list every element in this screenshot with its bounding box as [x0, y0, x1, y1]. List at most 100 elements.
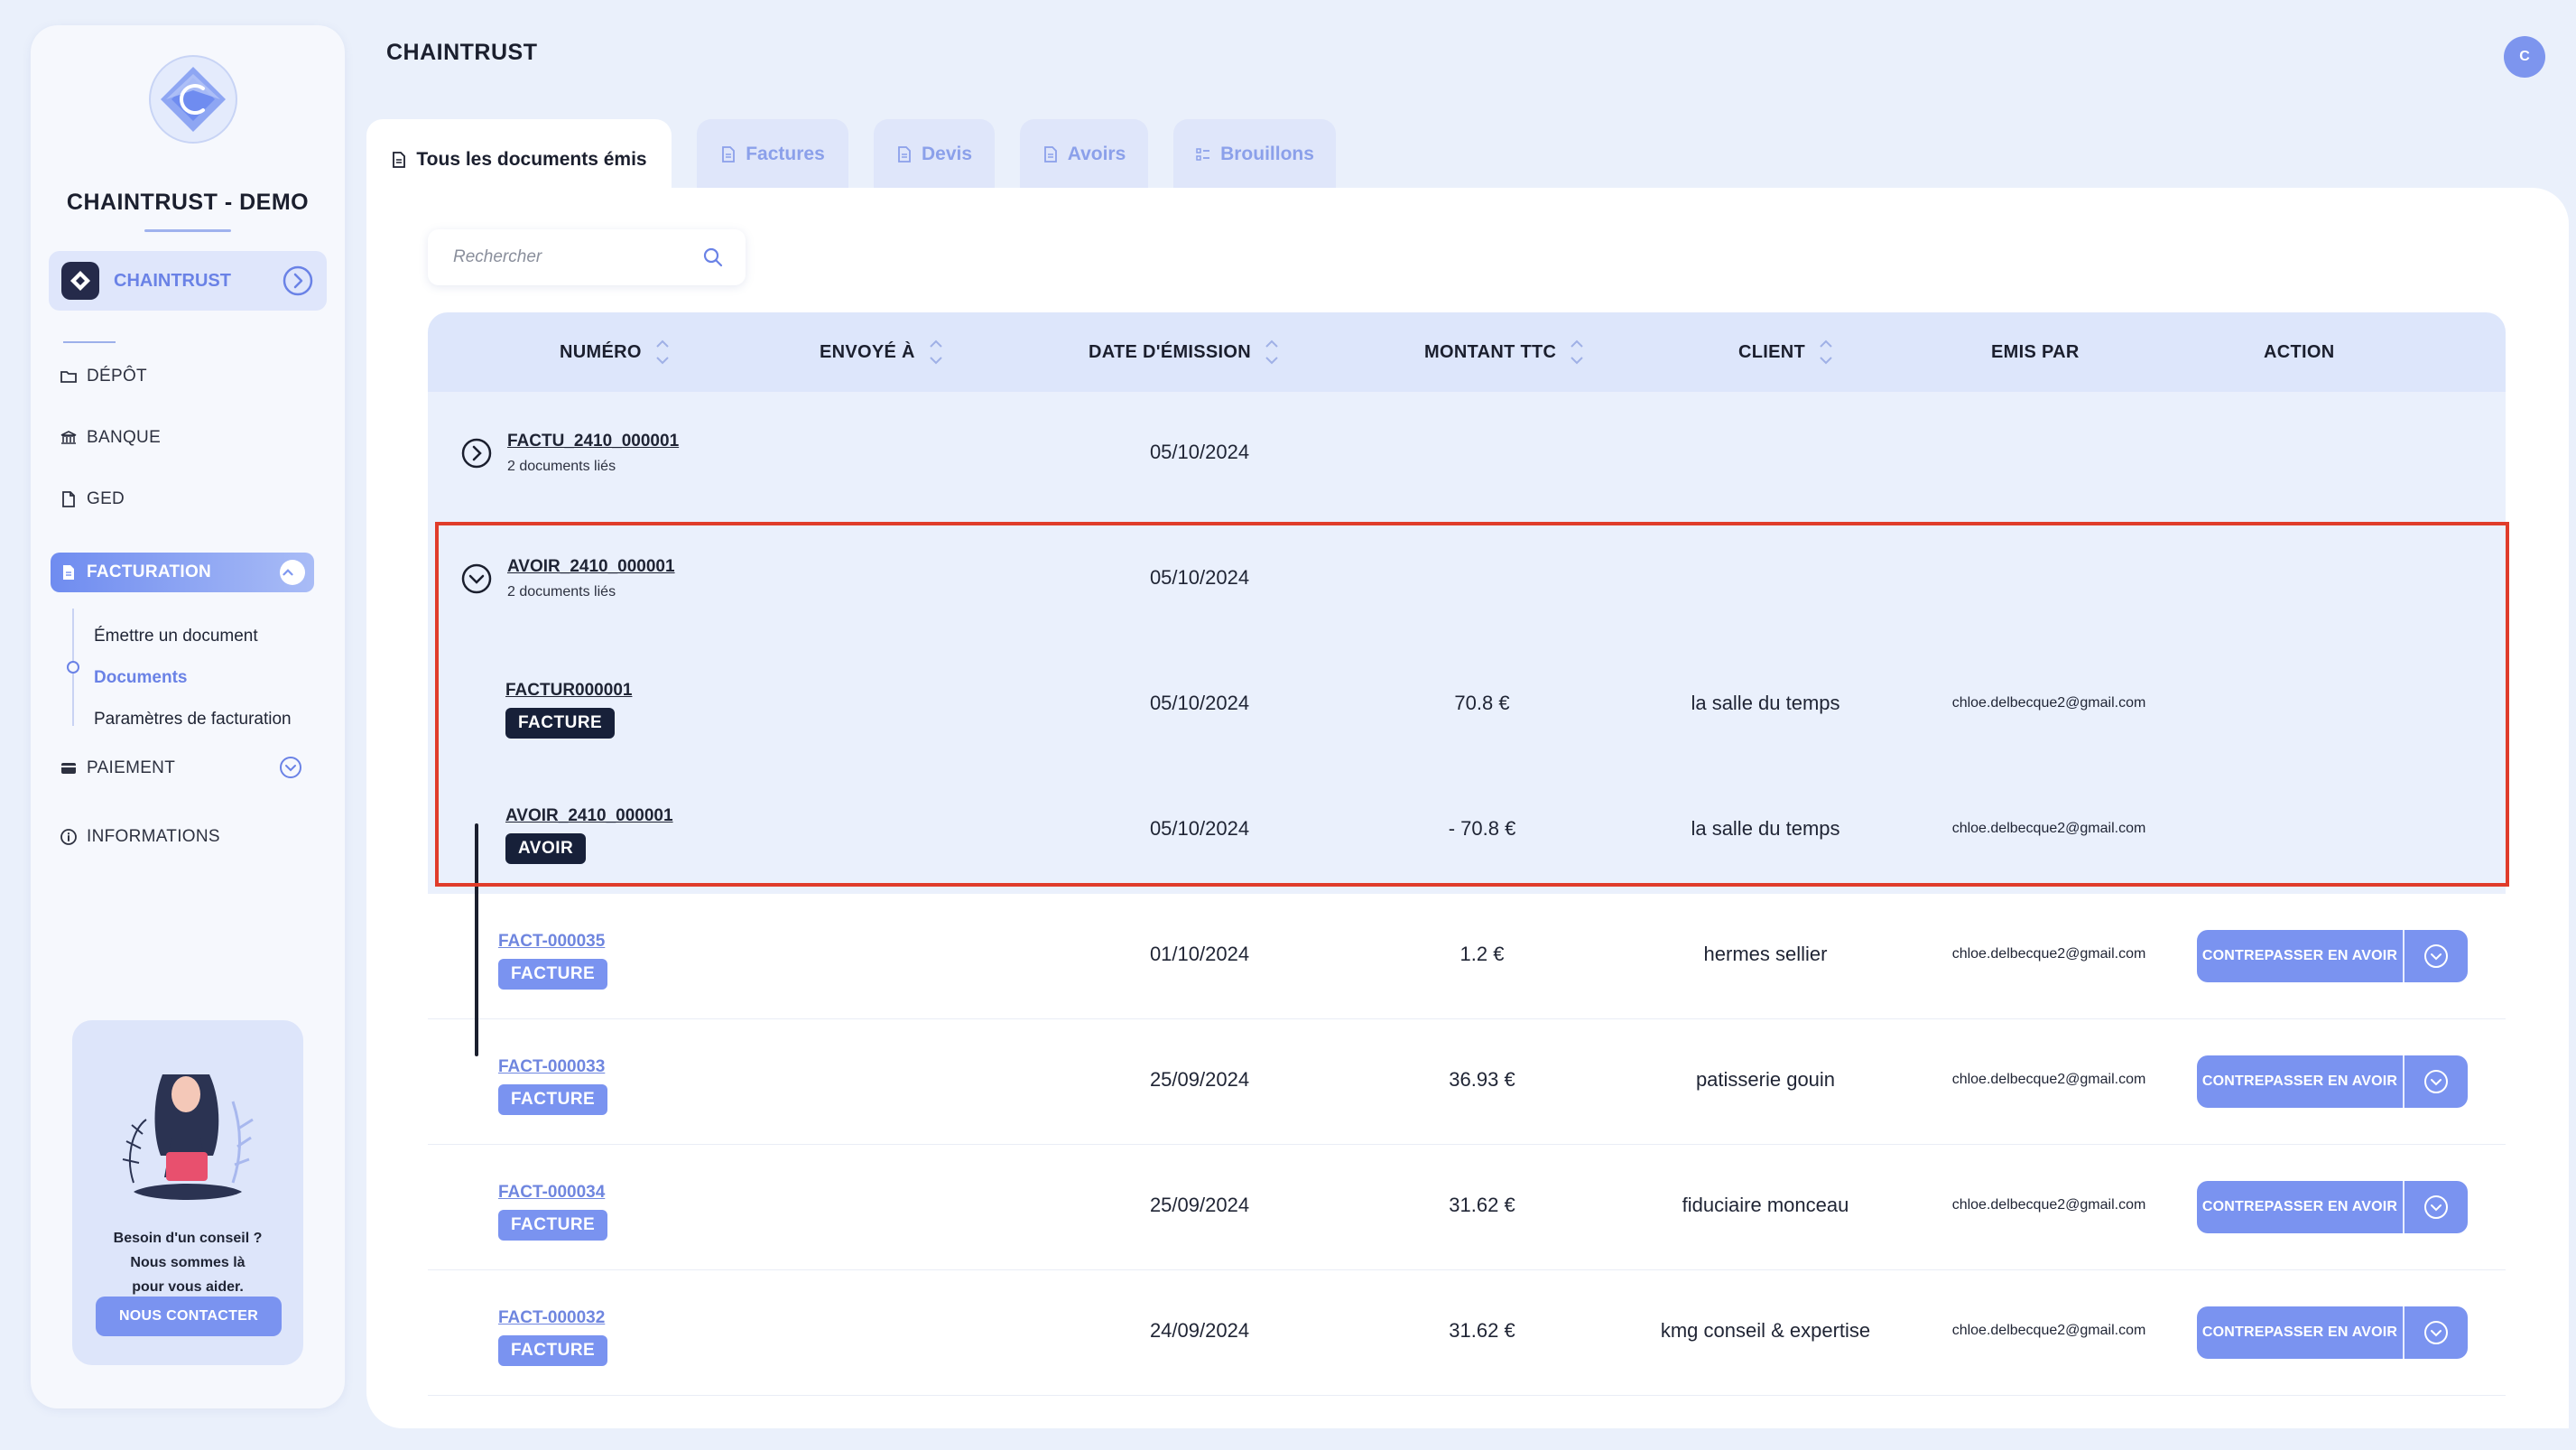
chevron-down-circle-icon[interactable]	[2405, 943, 2468, 970]
sidebar-item-informations[interactable]: INFORMATIONS	[60, 827, 220, 847]
chevron-down-circle-icon[interactable]	[278, 755, 303, 780]
chevron-down-circle-icon[interactable]	[2405, 1194, 2468, 1221]
help-card: Besoin d'un conseil ? Nous sommes là pou…	[72, 1020, 303, 1365]
table-row: FACT-000034 FACTURE 25/09/2024 31.62 € f…	[428, 1145, 2506, 1270]
chevron-down-circle-icon[interactable]	[2405, 1319, 2468, 1346]
document-number-link[interactable]: FACTUR000001	[505, 681, 632, 701]
contrepasser-button[interactable]: CONTREPASSER EN AVOIR	[2197, 1055, 2468, 1108]
document-number-link[interactable]: FACT-000034	[498, 1183, 605, 1203]
document-icon	[62, 491, 75, 507]
submenu-emettre-document[interactable]: Émettre un document	[94, 627, 258, 646]
company-name: CHAINTRUST	[114, 270, 231, 291]
document-icon	[1043, 146, 1057, 163]
sidebar-item-label: INFORMATIONS	[87, 827, 220, 846]
help-text: Besoin d'un conseil ? Nous sommes là pou…	[113, 1231, 263, 1295]
date-cell: 01/10/2024	[1149, 943, 1250, 965]
column-envoye-a[interactable]: ENVOYÉ À	[820, 312, 944, 392]
tab-devis[interactable]: Devis	[874, 119, 995, 190]
document-type-badge: FACTURE	[498, 959, 608, 990]
client-cell: fiduciaire monceau	[1682, 1194, 1849, 1216]
document-type-badge: FACTURE	[498, 1084, 608, 1115]
sidebar-item-facturation[interactable]: FACTURATION	[51, 553, 314, 592]
submenu-parametres-facturation[interactable]: Paramètres de facturation	[94, 710, 292, 730]
document-icon	[898, 146, 911, 163]
column-numero[interactable]: NUMÉRO	[560, 312, 671, 392]
sort-icon[interactable]	[1818, 336, 1834, 368]
avatar[interactable]: C	[2504, 36, 2545, 78]
document-number-link[interactable]: FACT-000035	[498, 932, 605, 952]
submenu-documents[interactable]: Documents	[94, 668, 187, 688]
company-logo-icon	[61, 262, 99, 300]
search-icon[interactable]	[702, 246, 724, 268]
collapse-chevron-icon[interactable]	[460, 562, 493, 595]
contact-button[interactable]: NOUS CONTACTER	[96, 1297, 282, 1336]
contrepasser-button[interactable]: CONTREPASSER EN AVOIR	[2197, 930, 2468, 982]
sidebar-item-depot[interactable]: DÉPÔT	[60, 367, 147, 386]
date-cell: 05/10/2024	[1149, 441, 1250, 463]
search-box[interactable]	[428, 229, 746, 285]
contrepasser-label: CONTREPASSER EN AVOIR	[2197, 1181, 2405, 1233]
document-type-badge: FACTURE	[498, 1210, 608, 1241]
sort-icon[interactable]	[1264, 336, 1280, 368]
document-number-link[interactable]: AVOIR_2410_000001	[505, 806, 673, 826]
child-documents-bar	[475, 823, 478, 1056]
table-row: AVOIR_2410_000001 AVOIR 05/10/2024 - 70.…	[428, 768, 2506, 894]
sidebar-item-banque[interactable]: BANQUE	[60, 428, 161, 448]
contrepasser-button[interactable]: CONTREPASSER EN AVOIR	[2197, 1181, 2468, 1233]
list-icon	[1196, 148, 1210, 161]
client-cell: kmg conseil & expertise	[1660, 1319, 1871, 1342]
document-number-link[interactable]: FACTU_2410_000001	[507, 432, 679, 451]
tab-label: Devis	[921, 144, 973, 164]
search-input[interactable]	[453, 247, 702, 267]
tab-label: Avoirs	[1067, 144, 1126, 164]
expand-chevron-icon[interactable]	[460, 437, 493, 469]
invoice-icon	[63, 565, 74, 580]
tab-brouillons[interactable]: Brouillons	[1173, 119, 1336, 190]
linked-documents-count: 2 documents liés	[507, 459, 616, 474]
issuer-email: chloe.delbecque2@gmail.com	[1951, 1323, 2146, 1338]
column-date-emission[interactable]: DATE D'ÉMISSION	[1089, 312, 1280, 392]
documents-table: NUMÉRO ENVOYÉ À DATE D'ÉMISSION MONTANT …	[428, 312, 2506, 1396]
table-row: AVOIR_2410_000001 2 documents liés 05/10…	[428, 517, 2506, 643]
contrepasser-button[interactable]: CONTREPASSER EN AVOIR	[2197, 1306, 2468, 1359]
brand-underline	[144, 229, 231, 232]
sidebar-item-paiement[interactable]: PAIEMENT	[60, 758, 175, 778]
column-montant-ttc[interactable]: MONTANT TTC	[1424, 312, 1585, 392]
document-number-link[interactable]: FACT-000033	[498, 1057, 605, 1077]
sidebar-divider	[63, 341, 116, 343]
sort-icon[interactable]	[928, 336, 944, 368]
tab-avoirs[interactable]: Avoirs	[1020, 119, 1148, 190]
column-action: ACTION	[2264, 341, 2335, 362]
document-number-link[interactable]: FACT-000032	[498, 1308, 605, 1328]
chevron-down-circle-icon[interactable]	[2405, 1068, 2468, 1095]
company-selector[interactable]: CHAINTRUST	[49, 251, 327, 311]
tab-label: Factures	[746, 144, 825, 164]
contrepasser-label: CONTREPASSER EN AVOIR	[2197, 930, 2405, 982]
meditating-person-illustration-icon	[122, 1074, 254, 1200]
column-client[interactable]: CLIENT	[1738, 312, 1834, 392]
documents-panel: NUMÉRO ENVOYÉ À DATE D'ÉMISSION MONTANT …	[366, 188, 2569, 1428]
sidebar-item-label: DÉPÔT	[87, 367, 147, 386]
brand-title: CHAINTRUST - DEMO	[66, 190, 310, 215]
tab-factures[interactable]: Factures	[697, 119, 848, 190]
sort-icon[interactable]	[654, 336, 671, 368]
chevron-up-icon[interactable]	[280, 560, 305, 585]
issuer-email: chloe.delbecque2@gmail.com	[1951, 1197, 2146, 1213]
client-cell: la salle du temps	[1691, 817, 1840, 840]
amount-cell: 1.2 €	[1459, 943, 1505, 965]
table-row: FACT-000032 FACTURE 24/09/2024 31.62 € k…	[428, 1270, 2506, 1396]
document-icon	[722, 146, 736, 163]
document-type-badge: FACTURE	[498, 1335, 608, 1366]
info-icon	[60, 829, 77, 845]
sidebar-item-label: FACTURATION	[87, 562, 212, 581]
sidebar-item-ged[interactable]: GED	[60, 489, 125, 509]
issuer-email: chloe.delbecque2@gmail.com	[1951, 1072, 2146, 1087]
client-cell: hermes sellier	[1703, 943, 1828, 965]
linked-documents-count: 2 documents liés	[507, 584, 616, 600]
table-row: FACTU_2410_000001 2 documents liés 05/10…	[428, 392, 2506, 517]
sort-icon[interactable]	[1569, 336, 1585, 368]
chevron-right-circle-icon[interactable]	[282, 265, 314, 297]
table-header: NUMÉRO ENVOYÉ À DATE D'ÉMISSION MONTANT …	[428, 312, 2506, 392]
document-number-link[interactable]: AVOIR_2410_000001	[507, 557, 675, 577]
date-cell: 24/09/2024	[1149, 1319, 1250, 1342]
